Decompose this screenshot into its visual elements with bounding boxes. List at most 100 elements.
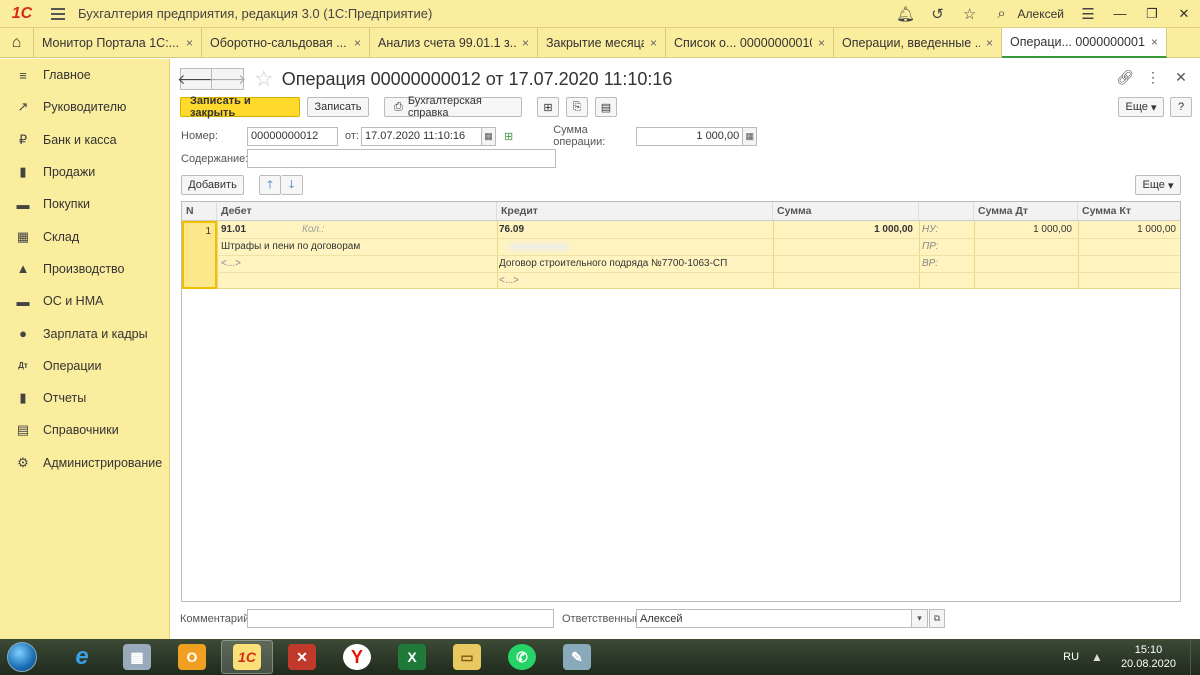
- col-header-sum[interactable]: Сумма: [773, 202, 919, 220]
- taskbar-whatsapp[interactable]: ✆: [496, 640, 548, 674]
- date-field[interactable]: 17.07.2020 11:10:16: [361, 126, 482, 146]
- date-settings-icon[interactable]: ⊞: [504, 130, 513, 143]
- more-button[interactable]: Еще ▾: [1118, 97, 1164, 117]
- col-header-debit[interactable]: Дебет: [217, 202, 497, 220]
- tab-close-icon[interactable]: ×: [1151, 35, 1158, 49]
- taskbar-calculator[interactable]: ▦: [111, 640, 163, 674]
- add-row-button[interactable]: Добавить: [181, 175, 244, 195]
- bell-icon[interactable]: 🔔︎: [890, 0, 922, 28]
- home-icon[interactable]: ⌂: [0, 28, 34, 58]
- tab-month-closing[interactable]: Закрытие месяца ×: [538, 28, 666, 58]
- tab-operation-12[interactable]: Операци... 00000000012 ×: [1002, 28, 1167, 58]
- help-button[interactable]: ?: [1170, 97, 1192, 117]
- sum-cell[interactable]: 1 000,00: [874, 224, 913, 235]
- tab-turnover-balance[interactable]: Оборотно-сальдовая ... ×: [202, 28, 370, 58]
- taskbar-outlook[interactable]: O: [166, 640, 218, 674]
- sidebar-item-main[interactable]: ≡ Главное: [0, 59, 169, 91]
- sidebar-item-reports[interactable]: ▮ Отчеты: [0, 382, 169, 414]
- move-down-icon[interactable]: 🡓: [281, 175, 303, 195]
- number-field[interactable]: 00000000012: [247, 126, 338, 146]
- col-header-sum-dt[interactable]: Сумма Дт: [974, 202, 1078, 220]
- sidebar-item-production[interactable]: ▲ Производство: [0, 253, 169, 285]
- tab-close-icon[interactable]: ×: [522, 36, 529, 50]
- sidebar-item-purchases[interactable]: ▬ Покупки: [0, 188, 169, 220]
- move-up-icon[interactable]: 🡑: [259, 175, 281, 195]
- minimize-icon[interactable]: —: [1104, 0, 1136, 28]
- taskbar-paint[interactable]: ✎: [551, 640, 603, 674]
- debit-account-cell[interactable]: 91.01: [221, 224, 246, 235]
- table-row[interactable]: 1 91.01 Кол.: Штрафы и пени по договорам…: [182, 221, 1180, 289]
- tab-close-icon[interactable]: ×: [186, 36, 193, 50]
- accounting-report-button[interactable]: ⎙ Бухгалтерская справка: [384, 95, 522, 119]
- credit-account-cell[interactable]: 76.09: [499, 224, 524, 235]
- col-header-sum-kt[interactable]: Сумма Кт: [1078, 202, 1180, 220]
- start-button[interactable]: [0, 639, 44, 675]
- credit-subconto-2[interactable]: Договор строительного подряда №7700-1063…: [499, 258, 727, 269]
- sidebar-item-manager[interactable]: ↗ Руководителю: [0, 91, 169, 123]
- keyboard-language[interactable]: RU: [1063, 651, 1079, 663]
- row-number-cell[interactable]: 1: [182, 221, 217, 289]
- forward-arrow-icon[interactable]: 🡒: [209, 68, 246, 90]
- save-and-close-button[interactable]: Записать и закрыть: [180, 95, 300, 119]
- settings-menu-icon[interactable]: ☰: [1072, 0, 1104, 28]
- taskbar-ie[interactable]: e: [56, 640, 108, 674]
- paperclip-icon[interactable]: ⎘: [566, 97, 588, 117]
- main-menu-icon[interactable]: [44, 7, 72, 20]
- sidebar-item-catalogs[interactable]: ▤ Справочники: [0, 414, 169, 446]
- structure-icon[interactable]: ⊞: [537, 97, 559, 117]
- document-icon[interactable]: ▤: [595, 97, 617, 117]
- sidebar-item-sales[interactable]: ▮ Продажи: [0, 156, 169, 188]
- calculator-icon[interactable]: ▦: [743, 126, 758, 146]
- tab-close-icon[interactable]: ×: [650, 36, 657, 50]
- tab-manual-operations[interactable]: Операции, введенные ... ×: [834, 28, 1002, 58]
- taskbar-explorer[interactable]: ▭: [441, 640, 493, 674]
- save-button[interactable]: Записать: [307, 97, 369, 117]
- current-user[interactable]: Алексей: [1018, 7, 1072, 21]
- tray-expand-icon[interactable]: ▲: [1091, 650, 1103, 664]
- link-icon[interactable]: 🔗︎: [1116, 69, 1134, 86]
- sidebar-item-bank[interactable]: ₽ Банк и касса: [0, 124, 169, 156]
- sum-kt-cell[interactable]: 1 000,00: [1137, 224, 1176, 235]
- restore-icon[interactable]: ❐: [1136, 0, 1168, 28]
- col-header-n[interactable]: N: [182, 202, 217, 220]
- favorite-star-icon[interactable]: ☆: [254, 68, 274, 90]
- credit-subconto-3[interactable]: <...>: [499, 275, 519, 286]
- tab-portal-monitor[interactable]: Монитор Портала 1С:... ×: [34, 28, 202, 58]
- sidebar-item-warehouse[interactable]: ▦ Склад: [0, 220, 169, 252]
- taskbar-excel[interactable]: X: [386, 640, 438, 674]
- content-field[interactable]: [247, 149, 556, 168]
- calendar-icon[interactable]: ▦: [482, 126, 496, 146]
- more-vertical-icon[interactable]: ⋮: [1144, 69, 1162, 86]
- sidebar-item-operations[interactable]: Дт Операции: [0, 350, 169, 382]
- open-responsible-icon[interactable]: ⧉: [929, 609, 945, 628]
- responsible-field[interactable]: Алексей: [636, 609, 912, 628]
- favorites-star-icon[interactable]: ☆: [954, 0, 986, 28]
- sidebar-item-admin[interactable]: ⚙ Администрирование: [0, 447, 169, 479]
- tab-close-icon[interactable]: ×: [354, 36, 361, 50]
- show-desktop-button[interactable]: [1190, 639, 1200, 675]
- search-icon[interactable]: ⌕: [986, 0, 1018, 28]
- sum-field[interactable]: 1 000,00: [636, 126, 744, 146]
- system-clock[interactable]: 15:10 20.08.2020: [1121, 643, 1176, 671]
- tab-operations-list[interactable]: Список о... 00000000010 ×: [666, 28, 834, 58]
- close-window-icon[interactable]: ✕: [1168, 0, 1200, 28]
- app-logo[interactable]: 1С: [0, 0, 44, 28]
- sidebar-item-assets[interactable]: ▬ ОС и НМА: [0, 285, 169, 317]
- tab-close-icon[interactable]: ×: [818, 36, 825, 50]
- table-more-button[interactable]: Еще ▾: [1135, 175, 1181, 195]
- sum-dt-cell[interactable]: 1 000,00: [1033, 224, 1072, 235]
- col-header-credit[interactable]: Кредит: [497, 202, 773, 220]
- debit-subconto-2[interactable]: <...>: [221, 258, 241, 269]
- comment-field[interactable]: [247, 609, 554, 628]
- debit-subconto-1[interactable]: Штрафы и пени по договорам: [221, 241, 360, 252]
- dropdown-arrow-icon[interactable]: ▾: [912, 609, 928, 628]
- taskbar-yandex[interactable]: Y: [331, 640, 383, 674]
- tab-account-analysis[interactable]: Анализ счета 99.01.1 з... ×: [370, 28, 538, 58]
- history-icon[interactable]: ↺: [922, 0, 954, 28]
- taskbar-1c[interactable]: 1С: [221, 640, 273, 674]
- close-form-icon[interactable]: ✕: [1172, 69, 1190, 86]
- taskbar-vector-app[interactable]: ✕: [276, 640, 328, 674]
- back-arrow-icon[interactable]: 🡐: [177, 68, 215, 90]
- tab-close-icon[interactable]: ×: [986, 36, 993, 50]
- sidebar-item-payroll[interactable]: ● Зарплата и кадры: [0, 317, 169, 349]
